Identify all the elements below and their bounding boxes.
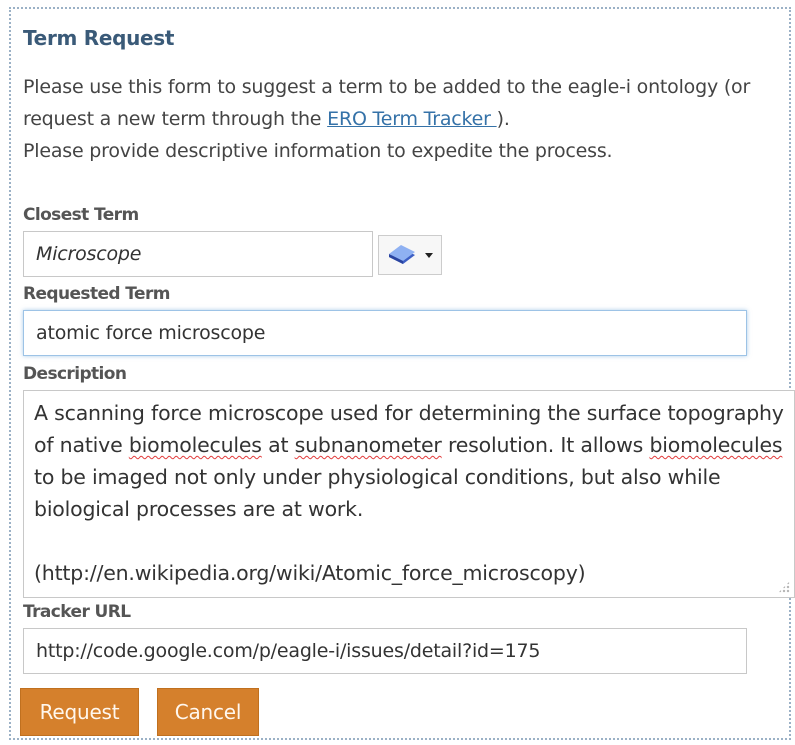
- tracker-url-input[interactable]: http://code.google.com/p/eagle-i/issues/…: [23, 628, 747, 674]
- closest-term-label: Closest Term: [23, 205, 139, 225]
- misspelled-word: biomolecules: [128, 433, 262, 457]
- description-textarea[interactable]: A scanning force microscope used for det…: [23, 390, 795, 598]
- term-picker-dropdown[interactable]: [378, 235, 442, 275]
- requested-term-input[interactable]: atomic force microscope: [23, 310, 747, 356]
- tracker-url-label: Tracker URL: [23, 602, 131, 622]
- misspelled-word: biomolecules: [649, 433, 783, 457]
- cancel-button[interactable]: Cancel: [157, 688, 259, 736]
- resize-grip-icon[interactable]: [778, 581, 790, 593]
- description-text: resolution. It allows: [441, 433, 650, 457]
- intro-text-line3: Please provide descriptive information t…: [23, 140, 613, 162]
- intro-text-part2: ).: [496, 108, 510, 130]
- description-text: at: [261, 433, 295, 457]
- closest-term-input[interactable]: Microscope: [23, 231, 373, 277]
- request-button[interactable]: Request: [20, 688, 139, 736]
- misspelled-word: subnanometer: [294, 433, 442, 457]
- chevron-down-icon: [425, 252, 433, 258]
- ero-term-tracker-link[interactable]: ERO Term Tracker: [327, 108, 496, 130]
- book-icon: [389, 245, 415, 264]
- intro-text: Please use this form to suggest a term t…: [23, 71, 763, 167]
- term-request-panel: Term Request Please use this form to sug…: [9, 7, 795, 740]
- panel-title: Term Request: [23, 26, 175, 50]
- requested-term-label: Requested Term: [23, 284, 170, 304]
- description-label: Description: [23, 364, 127, 384]
